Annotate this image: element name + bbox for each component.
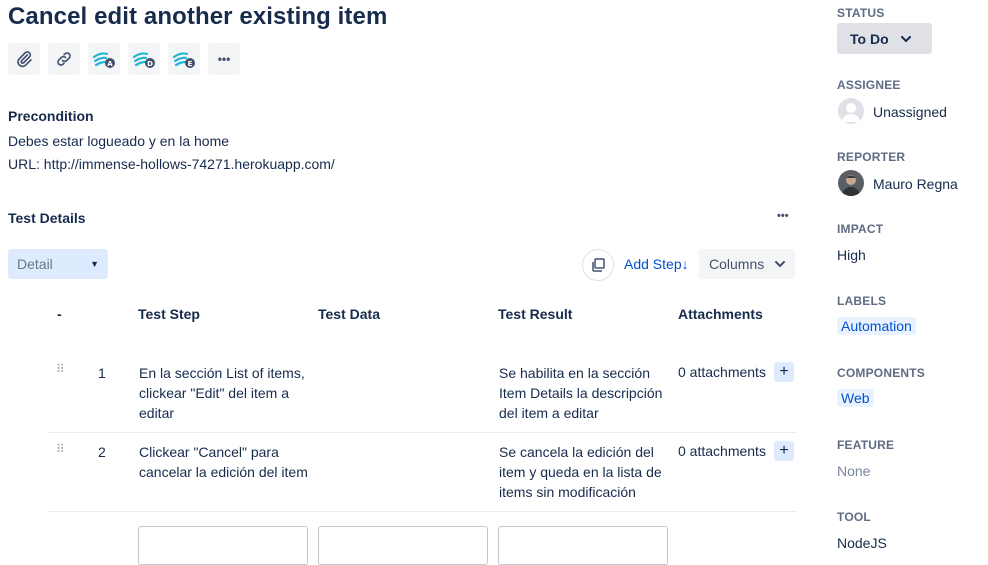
row-test-step[interactable]: En la sección List of items, clickear "E… bbox=[139, 363, 309, 423]
drag-handle-icon[interactable]: ⠿ bbox=[56, 363, 65, 375]
attachment-icon bbox=[17, 51, 32, 68]
row-index: 2 bbox=[98, 444, 106, 460]
reporter-value[interactable]: Mauro Regna bbox=[873, 176, 958, 192]
add-step-button[interactable]: Add Step↓ bbox=[624, 256, 689, 272]
add-attachment-button[interactable]: + bbox=[774, 362, 794, 382]
issue-title[interactable]: Cancel edit another existing item bbox=[8, 3, 387, 31]
more-icon: ••• bbox=[777, 210, 789, 222]
xray-d-button[interactable]: D bbox=[128, 43, 160, 75]
drag-handle-icon[interactable]: ⠿ bbox=[56, 443, 65, 455]
columns-button-label: Columns bbox=[709, 256, 765, 272]
chevron-down-icon bbox=[900, 35, 911, 42]
status-value: To Do bbox=[850, 30, 889, 47]
more-actions-button[interactable]: ••• bbox=[208, 43, 240, 75]
component-lozenge[interactable]: Web bbox=[837, 389, 874, 407]
row-attachments: 0 attachments bbox=[678, 364, 766, 380]
link-icon bbox=[57, 52, 71, 66]
copy-icon bbox=[592, 258, 605, 272]
new-step-input[interactable] bbox=[138, 526, 308, 565]
new-result-input[interactable] bbox=[498, 526, 668, 565]
caret-down-icon: ▼ bbox=[90, 259, 99, 269]
attach-button[interactable] bbox=[8, 43, 40, 75]
impact-label: IMPACT bbox=[837, 222, 884, 236]
xray-e-icon: E bbox=[172, 52, 195, 68]
view-select[interactable]: Detail ▼ bbox=[8, 249, 108, 279]
test-details-more-button[interactable]: ••• bbox=[777, 210, 789, 222]
reporter-avatar bbox=[838, 170, 864, 196]
link-button[interactable] bbox=[48, 43, 80, 75]
assignee-label: ASSIGNEE bbox=[837, 78, 901, 92]
precondition-line-1: Debes estar logueado y en la home bbox=[8, 133, 230, 149]
more-icon: ••• bbox=[217, 52, 231, 66]
components-label: COMPONENTS bbox=[837, 366, 926, 380]
feature-value[interactable]: None bbox=[837, 463, 870, 479]
row-divider bbox=[48, 432, 797, 433]
svg-text:A: A bbox=[107, 60, 113, 68]
xray-a-icon: A bbox=[92, 52, 115, 68]
column-header-test-step[interactable]: Test Step bbox=[138, 306, 200, 322]
row-test-result[interactable]: Se cancela la edición del item y queda e… bbox=[499, 442, 671, 502]
status-dropdown[interactable]: To Do bbox=[837, 23, 932, 54]
status-label: STATUS bbox=[837, 6, 885, 20]
new-data-input[interactable] bbox=[318, 526, 488, 565]
xray-e-button[interactable]: E bbox=[168, 43, 200, 75]
column-header-test-data[interactable]: Test Data bbox=[318, 306, 380, 322]
row-index: 1 bbox=[98, 365, 106, 381]
column-header-attachments[interactable]: Attachments bbox=[678, 306, 763, 322]
reporter-label: REPORTER bbox=[837, 150, 906, 164]
columns-button[interactable]: Columns bbox=[699, 249, 795, 279]
precondition-line-2: URL: http://immense-hollows-74271.heroku… bbox=[8, 156, 335, 172]
feature-label: FEATURE bbox=[837, 438, 895, 452]
impact-value[interactable]: High bbox=[837, 247, 866, 263]
column-header-index: - bbox=[57, 306, 62, 322]
row-attachments: 0 attachments bbox=[678, 443, 766, 459]
precondition-heading: Precondition bbox=[8, 108, 94, 124]
column-header-test-result[interactable]: Test Result bbox=[498, 306, 572, 322]
svg-text:D: D bbox=[147, 60, 153, 68]
test-details-heading: Test Details bbox=[8, 210, 86, 226]
copy-steps-button[interactable] bbox=[582, 249, 614, 281]
xray-d-icon: D bbox=[132, 52, 155, 68]
row-test-step[interactable]: Clickear "Cancel" para cancelar la edici… bbox=[139, 442, 309, 482]
add-attachment-button[interactable]: + bbox=[774, 441, 794, 461]
tool-label: TOOL bbox=[837, 510, 871, 524]
row-test-result[interactable]: Se habilita en la sección Item Details l… bbox=[499, 363, 671, 423]
label-lozenge[interactable]: Automation bbox=[837, 317, 916, 335]
view-select-value: Detail bbox=[17, 256, 53, 272]
row-divider bbox=[48, 511, 797, 512]
assignee-value[interactable]: Unassigned bbox=[873, 104, 947, 120]
chevron-down-icon bbox=[775, 261, 785, 267]
tool-value[interactable]: NodeJS bbox=[837, 535, 887, 551]
unassigned-avatar-icon bbox=[838, 98, 864, 124]
xray-a-button[interactable]: A bbox=[88, 43, 120, 75]
svg-text:E: E bbox=[188, 60, 193, 68]
labels-label: LABELS bbox=[837, 294, 887, 308]
